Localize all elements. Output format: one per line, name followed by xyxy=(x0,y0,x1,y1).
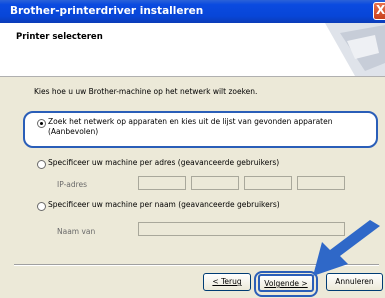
node-name-label: Naam van xyxy=(57,227,96,236)
option-specify-name-label[interactable]: Specificeer uw machine per naam (geavanc… xyxy=(48,200,280,209)
page-title: Printer selecteren xyxy=(16,32,103,42)
window-title: Brother-printerdriver installeren xyxy=(10,5,204,17)
option-search-network-label[interactable]: Zoek het netwerk op apparaten en kies ui… xyxy=(48,117,332,126)
close-icon: X xyxy=(376,3,385,17)
ip-octet-1-field[interactable] xyxy=(138,176,186,190)
ip-octet-2-field[interactable] xyxy=(191,176,239,190)
back-button-label: < Terug xyxy=(212,277,242,286)
ip-octet-4-field[interactable] xyxy=(297,176,345,190)
close-button[interactable]: X xyxy=(373,2,385,20)
option-search-network-recommended: (Aanbevolen) xyxy=(48,127,99,136)
radio-specify-name[interactable] xyxy=(37,202,46,211)
printer-graphic-icon xyxy=(325,23,385,76)
ip-octet-3-field[interactable] xyxy=(244,176,292,190)
radio-search-network[interactable] xyxy=(37,119,46,128)
header-panel: Printer selecteren xyxy=(0,23,385,77)
title-bar: Brother-printerdriver installeren X xyxy=(0,0,385,23)
option-specify-address-label[interactable]: Specificeer uw machine per adres (geavan… xyxy=(48,158,279,167)
instruction-text: Kies hoe u uw Brother-machine op het net… xyxy=(34,87,258,96)
ip-address-label: IP-adres xyxy=(57,180,88,189)
pointer-arrow-icon xyxy=(313,220,380,276)
back-button[interactable]: < Terug xyxy=(203,273,251,291)
radio-specify-address[interactable] xyxy=(37,160,46,169)
